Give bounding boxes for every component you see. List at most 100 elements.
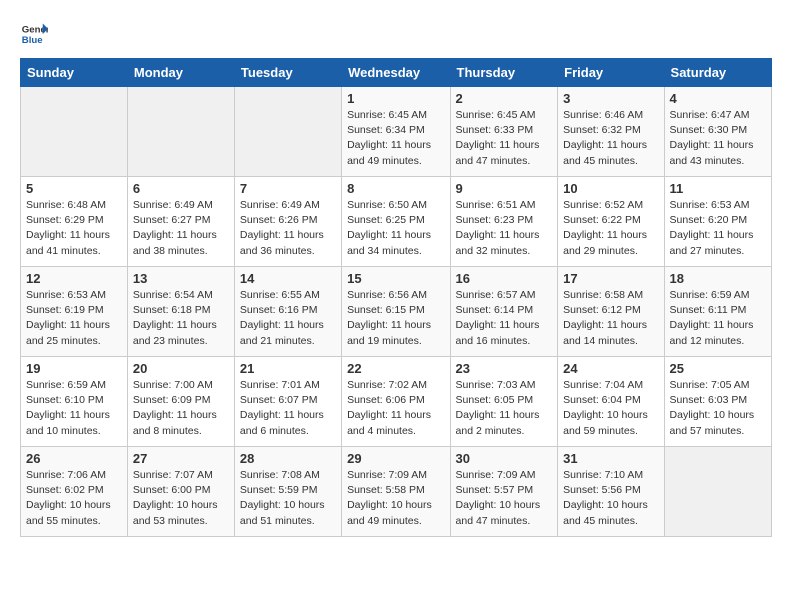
day-number: 11 xyxy=(670,181,766,196)
day-number: 29 xyxy=(347,451,444,466)
calendar-cell: 19 Sunrise: 6:59 AM Sunset: 6:10 PM Dayli… xyxy=(21,357,128,447)
weekday-header-saturday: Saturday xyxy=(664,59,771,87)
calendar-cell: 15 Sunrise: 6:56 AM Sunset: 6:15 PM Dayli… xyxy=(342,267,450,357)
day-number: 1 xyxy=(347,91,444,106)
calendar-cell xyxy=(21,87,128,177)
day-number: 19 xyxy=(26,361,122,376)
day-info: Sunrise: 7:10 AM Sunset: 5:56 PM Dayligh… xyxy=(563,468,658,529)
day-info: Sunrise: 6:46 AM Sunset: 6:32 PM Dayligh… xyxy=(563,108,658,169)
day-info: Sunrise: 6:45 AM Sunset: 6:33 PM Dayligh… xyxy=(456,108,553,169)
calendar-cell: 23 Sunrise: 7:03 AM Sunset: 6:05 PM Dayli… xyxy=(450,357,558,447)
day-info: Sunrise: 6:53 AM Sunset: 6:19 PM Dayligh… xyxy=(26,288,122,349)
day-info: Sunrise: 7:09 AM Sunset: 5:58 PM Dayligh… xyxy=(347,468,444,529)
calendar-cell: 2Sunrise: 6:45 AM Sunset: 6:33 PM Daylig… xyxy=(450,87,558,177)
calendar-cell: 18Sunrise: 6:59 AM Sunset: 6:11 PM Dayli… xyxy=(664,267,771,357)
calendar-cell: 17 Sunrise: 6:58 AM Sunset: 6:12 PM Dayli… xyxy=(558,267,664,357)
day-info: Sunrise: 6:56 AM Sunset: 6:15 PM Dayligh… xyxy=(347,288,444,349)
calendar-cell: 22 Sunrise: 7:02 AM Sunset: 6:06 PM Dayli… xyxy=(342,357,450,447)
day-number: 21 xyxy=(240,361,336,376)
day-number: 30 xyxy=(456,451,553,466)
calendar-cell: 14 Sunrise: 6:55 AM Sunset: 6:16 PM Dayli… xyxy=(234,267,341,357)
day-info: Sunrise: 6:47 AM Sunset: 6:30 PM Dayligh… xyxy=(670,108,766,169)
weekday-header-sunday: Sunday xyxy=(21,59,128,87)
calendar-cell: 13 Sunrise: 6:54 AM Sunset: 6:18 PM Dayli… xyxy=(127,267,234,357)
day-number: 31 xyxy=(563,451,658,466)
day-number: 24 xyxy=(563,361,658,376)
day-number: 7 xyxy=(240,181,336,196)
calendar-table: SundayMondayTuesdayWednesdayThursdayFrid… xyxy=(20,58,772,537)
calendar-cell: 16 Sunrise: 6:57 AM Sunset: 6:14 PM Dayli… xyxy=(450,267,558,357)
day-info: Sunrise: 7:09 AM Sunset: 5:57 PM Dayligh… xyxy=(456,468,553,529)
week-row-3: 12 Sunrise: 6:53 AM Sunset: 6:19 PM Dayli… xyxy=(21,267,772,357)
weekday-header-monday: Monday xyxy=(127,59,234,87)
weekday-header-thursday: Thursday xyxy=(450,59,558,87)
day-number: 23 xyxy=(456,361,553,376)
weekday-header-wednesday: Wednesday xyxy=(342,59,450,87)
weekday-header-row: SundayMondayTuesdayWednesdayThursdayFrid… xyxy=(21,59,772,87)
calendar-cell: 10Sunrise: 6:52 AM Sunset: 6:22 PM Dayli… xyxy=(558,177,664,267)
calendar-cell: 24 Sunrise: 7:04 AM Sunset: 6:04 PM Dayli… xyxy=(558,357,664,447)
day-info: Sunrise: 6:45 AM Sunset: 6:34 PM Dayligh… xyxy=(347,108,444,169)
day-number: 9 xyxy=(456,181,553,196)
calendar-cell: 4 Sunrise: 6:47 AM Sunset: 6:30 PM Daylig… xyxy=(664,87,771,177)
week-row-5: 26 Sunrise: 7:06 AM Sunset: 6:02 PM Dayli… xyxy=(21,447,772,537)
day-number: 12 xyxy=(26,271,122,286)
calendar-cell: 29 Sunrise: 7:09 AM Sunset: 5:58 PM Dayli… xyxy=(342,447,450,537)
day-info: Sunrise: 6:59 AM Sunset: 6:11 PM Dayligh… xyxy=(670,288,766,349)
day-number: 13 xyxy=(133,271,229,286)
day-number: 22 xyxy=(347,361,444,376)
calendar-cell: 5 Sunrise: 6:48 AM Sunset: 6:29 PM Daylig… xyxy=(21,177,128,267)
day-info: Sunrise: 7:04 AM Sunset: 6:04 PM Dayligh… xyxy=(563,378,658,439)
day-info: Sunrise: 6:59 AM Sunset: 6:10 PM Dayligh… xyxy=(26,378,122,439)
day-info: Sunrise: 7:03 AM Sunset: 6:05 PM Dayligh… xyxy=(456,378,553,439)
day-number: 26 xyxy=(26,451,122,466)
weekday-header-friday: Friday xyxy=(558,59,664,87)
day-info: Sunrise: 6:54 AM Sunset: 6:18 PM Dayligh… xyxy=(133,288,229,349)
day-info: Sunrise: 7:02 AM Sunset: 6:06 PM Dayligh… xyxy=(347,378,444,439)
calendar-cell: 7 Sunrise: 6:49 AM Sunset: 6:26 PM Daylig… xyxy=(234,177,341,267)
day-number: 4 xyxy=(670,91,766,106)
page-header: General Blue xyxy=(20,20,772,48)
day-info: Sunrise: 6:58 AM Sunset: 6:12 PM Dayligh… xyxy=(563,288,658,349)
day-info: Sunrise: 6:57 AM Sunset: 6:14 PM Dayligh… xyxy=(456,288,553,349)
calendar-cell: 25Sunrise: 7:05 AM Sunset: 6:03 PM Dayli… xyxy=(664,357,771,447)
day-info: Sunrise: 7:07 AM Sunset: 6:00 PM Dayligh… xyxy=(133,468,229,529)
day-number: 8 xyxy=(347,181,444,196)
day-number: 15 xyxy=(347,271,444,286)
calendar-cell xyxy=(127,87,234,177)
day-info: Sunrise: 6:49 AM Sunset: 6:26 PM Dayligh… xyxy=(240,198,336,259)
day-number: 5 xyxy=(26,181,122,196)
day-number: 27 xyxy=(133,451,229,466)
calendar-cell: 26 Sunrise: 7:06 AM Sunset: 6:02 PM Dayli… xyxy=(21,447,128,537)
calendar-cell xyxy=(234,87,341,177)
calendar-cell: 27 Sunrise: 7:07 AM Sunset: 6:00 PM Dayli… xyxy=(127,447,234,537)
calendar-cell: 3 Sunrise: 6:46 AM Sunset: 6:32 PM Daylig… xyxy=(558,87,664,177)
day-info: Sunrise: 6:51 AM Sunset: 6:23 PM Dayligh… xyxy=(456,198,553,259)
day-number: 6 xyxy=(133,181,229,196)
day-info: Sunrise: 6:52 AM Sunset: 6:22 PM Dayligh… xyxy=(563,198,658,259)
day-number: 14 xyxy=(240,271,336,286)
calendar-cell: 28 Sunrise: 7:08 AM Sunset: 5:59 PM Dayli… xyxy=(234,447,341,537)
day-number: 3 xyxy=(563,91,658,106)
day-info: Sunrise: 6:53 AM Sunset: 6:20 PM Dayligh… xyxy=(670,198,766,259)
day-number: 28 xyxy=(240,451,336,466)
day-info: Sunrise: 6:50 AM Sunset: 6:25 PM Dayligh… xyxy=(347,198,444,259)
calendar-cell: 30 Sunrise: 7:09 AM Sunset: 5:57 PM Dayli… xyxy=(450,447,558,537)
calendar-cell: 12 Sunrise: 6:53 AM Sunset: 6:19 PM Dayli… xyxy=(21,267,128,357)
day-info: Sunrise: 6:48 AM Sunset: 6:29 PM Dayligh… xyxy=(26,198,122,259)
week-row-2: 5 Sunrise: 6:48 AM Sunset: 6:29 PM Daylig… xyxy=(21,177,772,267)
calendar-cell: 1 Sunrise: 6:45 AM Sunset: 6:34 PM Daylig… xyxy=(342,87,450,177)
svg-text:Blue: Blue xyxy=(22,35,43,46)
day-number: 25 xyxy=(670,361,766,376)
day-number: 17 xyxy=(563,271,658,286)
day-info: Sunrise: 6:55 AM Sunset: 6:16 PM Dayligh… xyxy=(240,288,336,349)
day-number: 16 xyxy=(456,271,553,286)
day-info: Sunrise: 7:00 AM Sunset: 6:09 PM Dayligh… xyxy=(133,378,229,439)
day-info: Sunrise: 6:49 AM Sunset: 6:27 PM Dayligh… xyxy=(133,198,229,259)
day-info: Sunrise: 7:08 AM Sunset: 5:59 PM Dayligh… xyxy=(240,468,336,529)
calendar-cell: 8 Sunrise: 6:50 AM Sunset: 6:25 PM Daylig… xyxy=(342,177,450,267)
calendar-cell: 20Sunrise: 7:00 AM Sunset: 6:09 PM Dayli… xyxy=(127,357,234,447)
day-info: Sunrise: 7:06 AM Sunset: 6:02 PM Dayligh… xyxy=(26,468,122,529)
week-row-1: 1 Sunrise: 6:45 AM Sunset: 6:34 PM Daylig… xyxy=(21,87,772,177)
calendar-cell: 31 Sunrise: 7:10 AM Sunset: 5:56 PM Dayli… xyxy=(558,447,664,537)
